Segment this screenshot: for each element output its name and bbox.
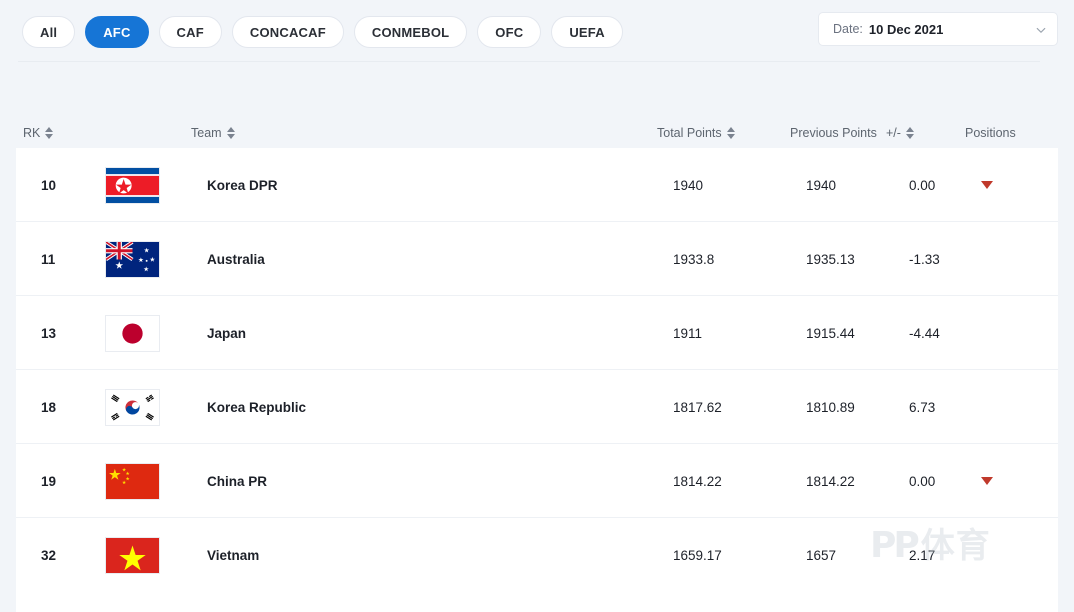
table-row[interactable]: 11 Australia 1933.8 1935.13 -1.33 <box>16 222 1058 296</box>
table-bottom-strip <box>16 592 1058 612</box>
column-header-team[interactable]: Team <box>191 118 236 148</box>
confederation-tab-ofc[interactable]: OFC <box>477 16 542 48</box>
sort-arrows-icon <box>226 127 236 139</box>
cell-flag <box>105 518 160 592</box>
cell-position-change <box>981 222 993 296</box>
cell-team-name: Korea Republic <box>207 399 307 415</box>
flag-china-pr-icon <box>105 462 160 500</box>
cell-team-name: Australia <box>207 251 265 267</box>
cell-team-name: China PR <box>207 473 268 489</box>
flag-korea-dpr-icon <box>105 166 160 204</box>
date-select[interactable]: Date: 10 Dec 2021 <box>818 12 1058 46</box>
position-none-icon <box>981 255 993 263</box>
cell-change: 2.17 <box>909 547 936 563</box>
cell-total-points: 1933.8 <box>673 251 715 267</box>
confederation-tab-all[interactable]: All <box>22 16 76 48</box>
confederation-tab-afc[interactable]: AFC <box>85 16 149 48</box>
flag-vietnam-icon <box>105 536 160 574</box>
cell-position-change <box>981 370 993 444</box>
position-down-icon <box>981 181 993 189</box>
cell-flag <box>105 444 160 518</box>
column-header-change[interactable]: +/- <box>886 118 915 148</box>
position-none-icon <box>981 329 993 337</box>
cell-team-name: Vietnam <box>207 547 260 563</box>
cell-rank: 10 <box>41 177 57 193</box>
sort-arrows-icon <box>726 127 736 139</box>
confederation-tab-concacaf[interactable]: CONCACAF <box>231 16 344 48</box>
cell-change: -1.33 <box>909 251 940 267</box>
cell-change: 0.00 <box>909 177 936 193</box>
sort-arrows-icon <box>45 127 54 139</box>
column-header-previous-points: Previous Points <box>790 118 877 148</box>
cell-change: 0.00 <box>909 473 936 489</box>
confederation-tab-uefa[interactable]: UEFA <box>551 16 623 48</box>
cell-flag <box>105 222 160 296</box>
cell-total-points: 1817.62 <box>673 399 722 415</box>
cell-flag <box>105 296 160 370</box>
cell-team-name: Korea DPR <box>207 177 278 193</box>
flag-korea-republic-icon <box>105 388 160 426</box>
cell-previous-points: 1810.89 <box>806 399 855 415</box>
cell-previous-points: 1940 <box>806 177 837 193</box>
rankings-table: 10 Korea DPR 1940 1940 0.00 11 Australia 1933.8… <box>16 148 1058 592</box>
confederation-tab-conmebol[interactable]: CONMEBOL <box>353 16 468 48</box>
table-row[interactable]: 13 Japan 1911 1915.44 -4.44 <box>16 296 1058 370</box>
flag-australia-icon <box>105 240 160 278</box>
column-header-total-points[interactable]: Total Points <box>657 118 736 148</box>
cell-rank: 19 <box>41 473 57 489</box>
position-down-icon <box>981 477 993 485</box>
toolbar-divider <box>18 61 1040 62</box>
cell-team-name: Japan <box>207 325 247 341</box>
cell-total-points: 1940 <box>673 177 704 193</box>
cell-rank: 11 <box>41 251 56 267</box>
cell-rank: 13 <box>41 325 57 341</box>
confederation-tabs: All AFC CAF CONCACAF CONMEBOL OFC UEFA <box>22 16 623 48</box>
column-header-rank-label: RK <box>23 126 41 140</box>
column-header-positions: Positions <box>965 118 1016 148</box>
table-row[interactable]: 18 Korea Republic 1817.62 1810.89 6.73 <box>16 370 1058 444</box>
chevron-down-icon <box>1035 23 1047 35</box>
cell-total-points: 1659.17 <box>673 547 722 563</box>
cell-previous-points: 1657 <box>806 547 837 563</box>
cell-rank: 32 <box>41 547 57 563</box>
cell-position-change <box>981 444 993 518</box>
cell-rank: 18 <box>41 399 57 415</box>
cell-previous-points: 1935.13 <box>806 251 855 267</box>
position-none-icon <box>981 551 993 559</box>
column-header-total-points-label: Total Points <box>657 126 722 140</box>
cell-previous-points: 1814.22 <box>806 473 855 489</box>
cell-position-change <box>981 518 993 592</box>
confederation-tab-caf[interactable]: CAF <box>158 16 222 48</box>
cell-change: 6.73 <box>909 399 936 415</box>
cell-position-change <box>981 148 993 222</box>
cell-change: -4.44 <box>909 325 940 341</box>
column-header-change-label: +/- <box>886 126 901 140</box>
position-none-icon <box>981 403 993 411</box>
filter-toolbar: All AFC CAF CONCACAF CONMEBOL OFC UEFA Date: 1… <box>0 0 1074 62</box>
column-header-rank[interactable]: RK <box>23 118 54 148</box>
flag-japan-icon <box>105 314 160 352</box>
table-header-row: RK Team Total Points Previous Points +/-… <box>0 118 1074 148</box>
column-header-previous-points-label: Previous Points <box>790 126 877 140</box>
sort-arrows-icon <box>905 127 915 139</box>
table-row[interactable]: 10 Korea DPR 1940 1940 0.00 <box>16 148 1058 222</box>
cell-flag <box>105 370 160 444</box>
table-row[interactable]: 19 China PR 1814.22 1814.22 0.00 <box>16 444 1058 518</box>
cell-position-change <box>981 296 993 370</box>
cell-total-points: 1814.22 <box>673 473 722 489</box>
table-row[interactable]: 32 Vietnam 1659.17 1657 2.17 <box>16 518 1058 592</box>
column-header-team-label: Team <box>191 126 222 140</box>
date-select-value: 10 Dec 2021 <box>868 21 944 37</box>
cell-flag <box>105 148 160 222</box>
column-header-positions-label: Positions <box>965 126 1016 140</box>
date-select-label: Date: <box>833 22 863 36</box>
cell-previous-points: 1915.44 <box>806 325 855 341</box>
cell-total-points: 1911 <box>673 325 703 341</box>
